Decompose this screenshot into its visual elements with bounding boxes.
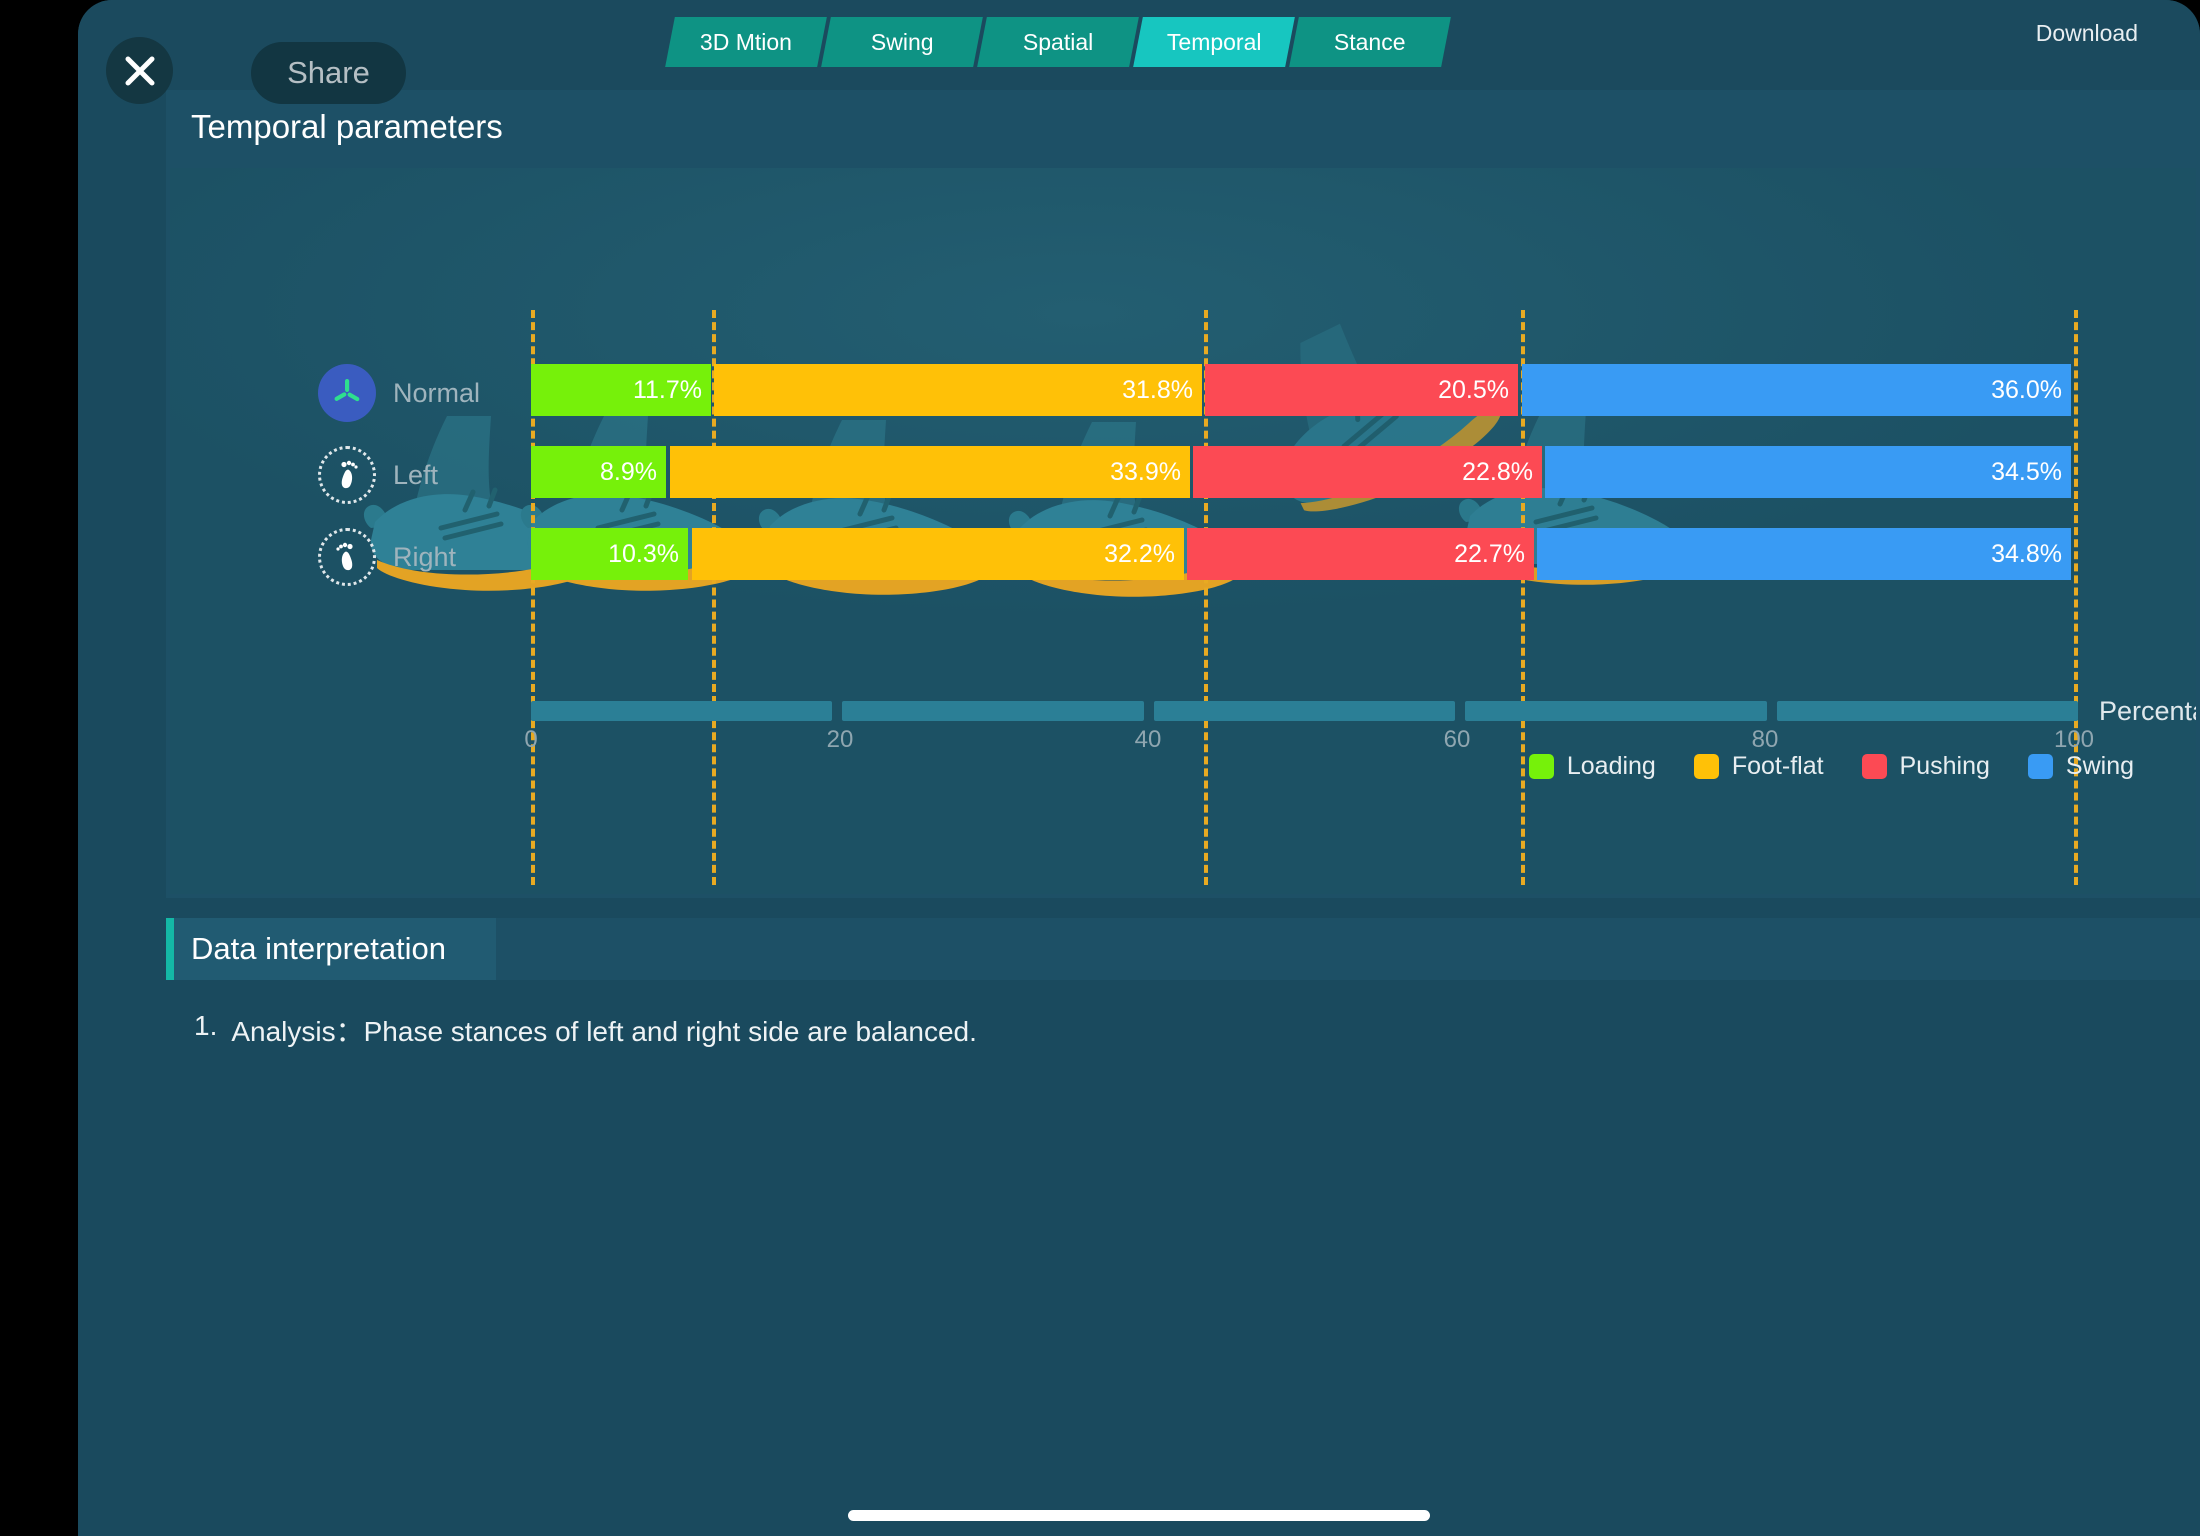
axis-segment — [1776, 701, 2079, 721]
legend-swatch — [1528, 754, 1554, 779]
data-interpretation-tab: Data interpretation — [166, 918, 496, 980]
list-item: 1. Analysis：Phase stances of left and ri… — [194, 1010, 977, 1050]
tab-swing[interactable]: Swing — [821, 17, 983, 67]
bar-segment-pushing[interactable]: 22.7% — [1187, 528, 1534, 580]
bar-segment-loading[interactable]: 11.7% — [531, 364, 711, 416]
legend-swatch — [2027, 754, 2053, 779]
stacked-bar-plot: Stance 11.7% 31.8% 20.5% 36.0% 8.9% 33.9… — [524, 168, 2196, 894]
left-footprint-icon — [318, 446, 376, 504]
bar-segment-foot-flat[interactable]: 32.2% — [692, 528, 1184, 580]
x-axis-track — [531, 701, 2079, 721]
bar-segment-pushing[interactable]: 20.5% — [1205, 364, 1518, 416]
x-axis-tick-100: 100 — [2053, 726, 2095, 753]
row-label-text: Right — [393, 541, 457, 572]
temporal-parameters-panel: Temporal parameters 11.7% 31.8% 20.5% 36… — [166, 90, 2200, 898]
axis-segment — [842, 701, 1144, 721]
gait-fan-icon — [318, 364, 376, 422]
chart-legend: Loading Foot-flat Pushing Swing — [1528, 752, 2134, 781]
accent-bar — [166, 918, 174, 980]
bar-segment-loading[interactable]: 8.9% — [531, 446, 666, 498]
bar-segment-pushing[interactable]: 22.8% — [1193, 446, 1542, 498]
x-axis-tick-60: 60 — [1443, 726, 1471, 753]
bar-segment-loading[interactable]: 10.3% — [531, 528, 688, 580]
bar-segment-foot-flat[interactable]: 31.8% — [714, 364, 1202, 416]
legend-item-swing[interactable]: Swing — [2027, 752, 2134, 781]
data-interpretation-body: 1. Analysis：Phase stances of left and ri… — [166, 980, 2200, 1490]
list-item-number: 1. — [194, 1010, 218, 1041]
row-label-text: Left — [393, 459, 439, 490]
row-label-right: Right — [318, 528, 456, 586]
legend-item-foot-flat[interactable]: Foot-flat — [1693, 752, 1824, 781]
axis-segment — [1153, 701, 1456, 721]
legend-label: Pushing — [1899, 752, 1990, 780]
tab-label: Temporal — [1166, 28, 1262, 55]
tab-temporal[interactable]: Temporal — [1133, 17, 1295, 67]
legend-label: Swing — [2065, 752, 2134, 780]
legend-swatch — [1861, 754, 1887, 779]
legend-item-pushing[interactable]: Pushing — [1861, 752, 1990, 781]
close-icon — [125, 56, 154, 85]
bar-row-normal: 11.7% 31.8% 20.5% 36.0% — [531, 364, 2074, 416]
tab-spatial[interactable]: Spatial — [977, 17, 1139, 67]
row-label-normal: Normal — [318, 364, 480, 422]
bar-row-left: 8.9% 33.9% 22.8% 34.5% — [531, 446, 2074, 498]
right-footprint-icon — [318, 528, 376, 586]
axis-segment — [531, 701, 833, 721]
bar-segment-swing[interactable]: 34.5% — [1545, 446, 2071, 498]
download-button[interactable]: Download — [2036, 20, 2138, 47]
x-axis-label: Percentage — [2099, 696, 2196, 726]
legend-label: Loading — [1566, 752, 1656, 780]
bar-segment-swing[interactable]: 36.0% — [1522, 364, 2071, 416]
x-axis-tick-40: 40 — [1134, 726, 1162, 753]
legend-label: Foot-flat — [1731, 752, 1824, 780]
legend-swatch — [1693, 754, 1719, 779]
tab-stance[interactable]: Stance — [1289, 17, 1451, 67]
x-axis-tick-20: 20 — [826, 726, 854, 753]
share-button[interactable]: Share — [251, 42, 406, 104]
x-axis-tick-0: 0 — [524, 726, 538, 753]
tab-bar: 3D Mtion Swing Spatial Temporal Stance — [665, 17, 1451, 67]
axis-segment — [1465, 701, 1767, 721]
page-title: Temporal parameters — [191, 108, 503, 145]
row-label-left: Left — [318, 446, 438, 504]
tab-3d-mtion[interactable]: 3D Mtion — [665, 17, 827, 67]
data-interpretation-header: Data interpretation — [166, 918, 2200, 980]
tab-label: 3D Mtion — [699, 28, 793, 55]
bar-segment-foot-flat[interactable]: 33.9% — [670, 446, 1190, 498]
legend-item-loading[interactable]: Loading — [1528, 752, 1656, 781]
gridline-100 — [2074, 310, 2078, 885]
app-window: 3D Mtion Swing Spatial Temporal Stance D… — [78, 0, 2200, 1536]
chart-area: Stance 11.7% 31.8% 20.5% 36.0% 8.9% 33.9… — [170, 168, 2196, 894]
bar-segment-swing[interactable]: 34.8% — [1537, 528, 2071, 580]
section-title: Data interpretation — [191, 931, 447, 966]
list-item-text: Analysis：Phase stances of left and right… — [231, 1016, 977, 1047]
tab-label: Swing — [870, 28, 934, 55]
bar-row-right: 10.3% 32.2% 22.7% 34.8% — [531, 528, 2074, 580]
tab-label: Spatial — [1022, 28, 1094, 55]
close-button[interactable] — [106, 37, 173, 104]
tab-label: Stance — [1334, 28, 1406, 55]
row-label-text: Normal — [393, 377, 481, 408]
x-axis-tick-80: 80 — [1751, 726, 1779, 753]
home-indicator[interactable] — [848, 1510, 1430, 1521]
